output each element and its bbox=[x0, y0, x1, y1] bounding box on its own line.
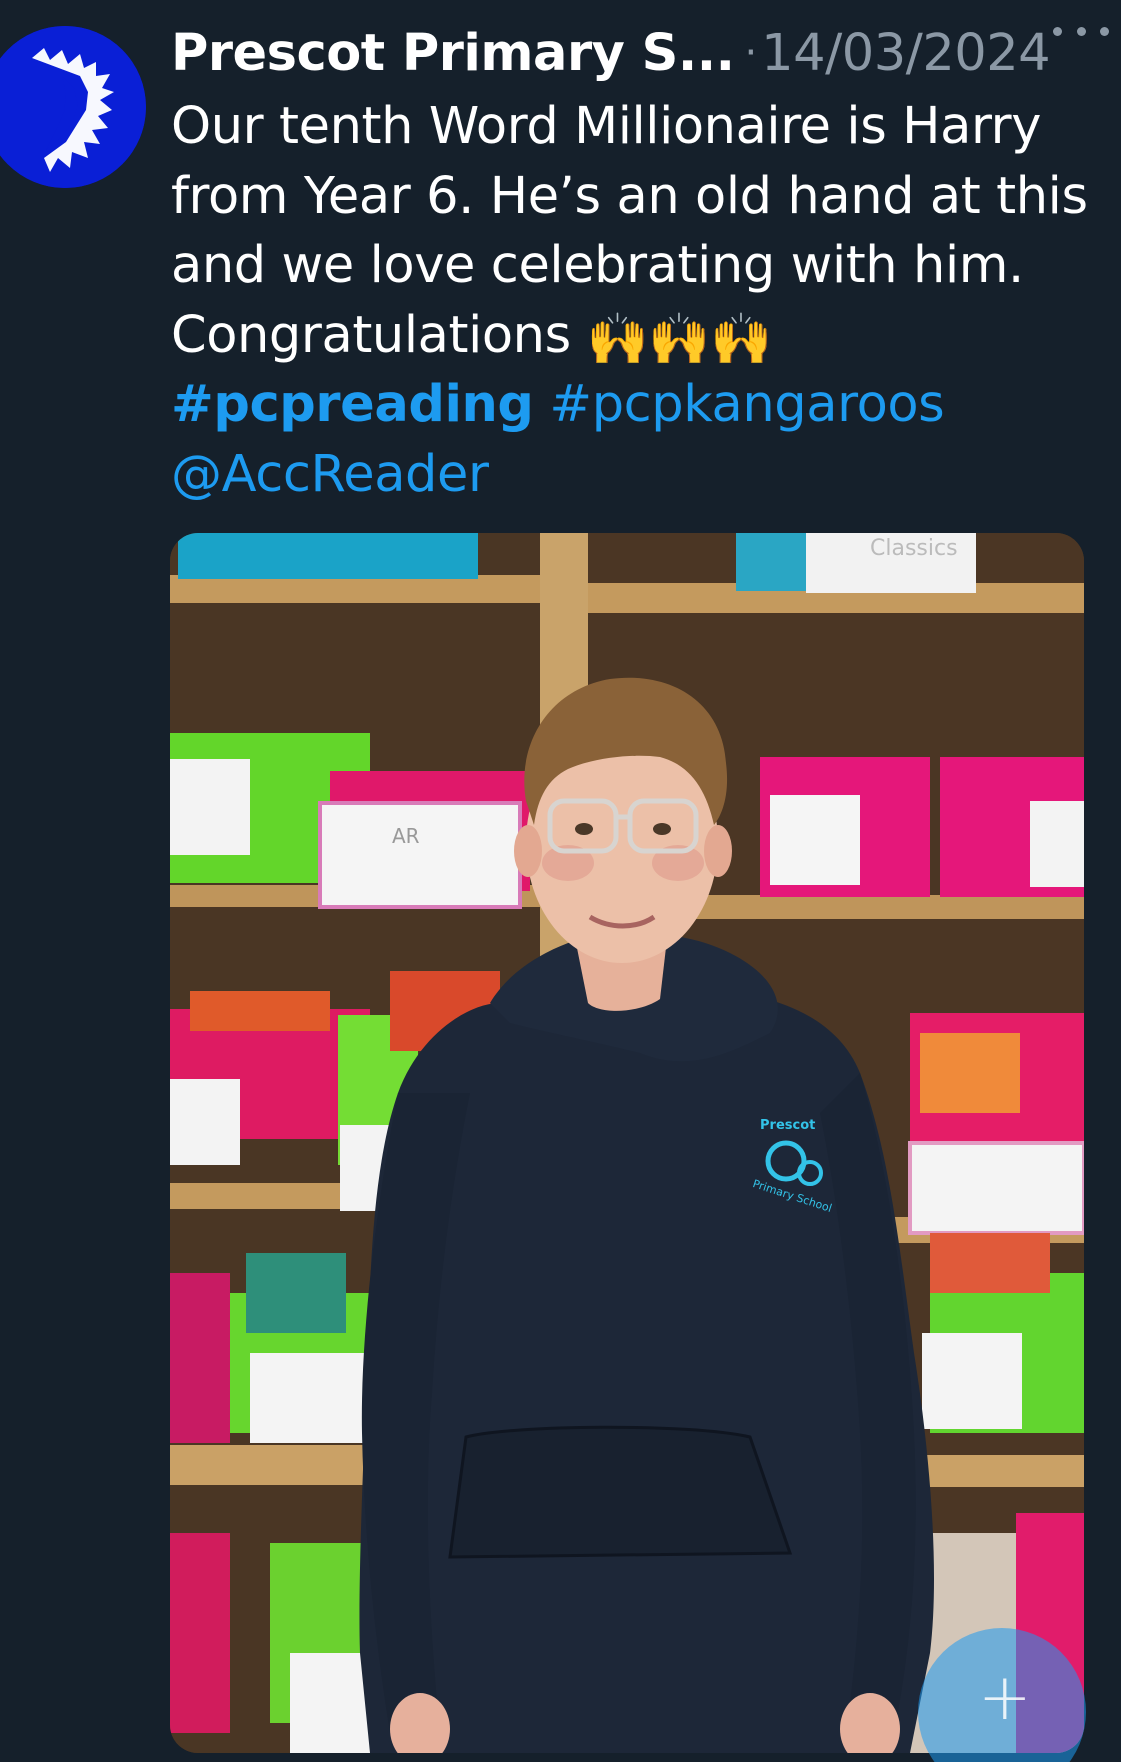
hoodie-logo-top-text: Prescot bbox=[760, 1118, 815, 1133]
congratulations-text: Congratulations bbox=[171, 305, 571, 365]
more-dot-icon bbox=[1100, 26, 1109, 36]
mention-line: @AccReader bbox=[171, 440, 1091, 510]
tweet-text-line: Congratulations 🙌🙌🙌 bbox=[171, 301, 1091, 371]
tweet-text: Our tenth Word Millionaire is Harry from… bbox=[171, 92, 1091, 509]
hashtag-line: #pcpreading #pcpkangaroos bbox=[171, 370, 1091, 440]
separator: · bbox=[744, 30, 758, 76]
shelf-label: AR bbox=[392, 824, 420, 848]
tweet-text-line: Our tenth Word Millionaire is Harry bbox=[171, 97, 1042, 156]
tweet-header: Prescot Primary S... · 14/03/2024 bbox=[171, 20, 1091, 86]
raising-hands-icon: 🙌🙌🙌 bbox=[586, 309, 773, 368]
more-dot-icon bbox=[1076, 26, 1086, 36]
hashtag-pcpkangaroos[interactable]: #pcpkangaroos bbox=[549, 375, 944, 434]
more-dot-icon bbox=[1053, 26, 1062, 36]
tweet-photo[interactable]: Classics AR Prescot Primary School bbox=[170, 533, 1084, 1753]
avatar[interactable] bbox=[0, 26, 146, 188]
tweet-text-line: from Year 6. He’s an old hand at this bbox=[171, 166, 1088, 226]
top-box-label: Classics bbox=[870, 536, 958, 561]
tweet-text-line: and we love celebrating with him. bbox=[171, 236, 1024, 295]
tweet[interactable]: Prescot Primary S... · 14/03/2024 Our te… bbox=[0, 0, 1121, 1762]
author-name[interactable]: Prescot Primary S... bbox=[171, 24, 735, 83]
timestamp[interactable]: 14/03/2024 bbox=[761, 24, 1050, 83]
more-options-button[interactable] bbox=[1053, 16, 1109, 46]
school-logo-icon bbox=[0, 26, 146, 188]
mention-accreader[interactable]: @AccReader bbox=[171, 445, 489, 504]
hashtag-pcpreading[interactable]: #pcpreading bbox=[171, 375, 534, 434]
plus-icon: + bbox=[978, 1661, 1032, 1735]
photo-boy-library: Classics AR Prescot Primary School bbox=[170, 533, 1084, 1753]
